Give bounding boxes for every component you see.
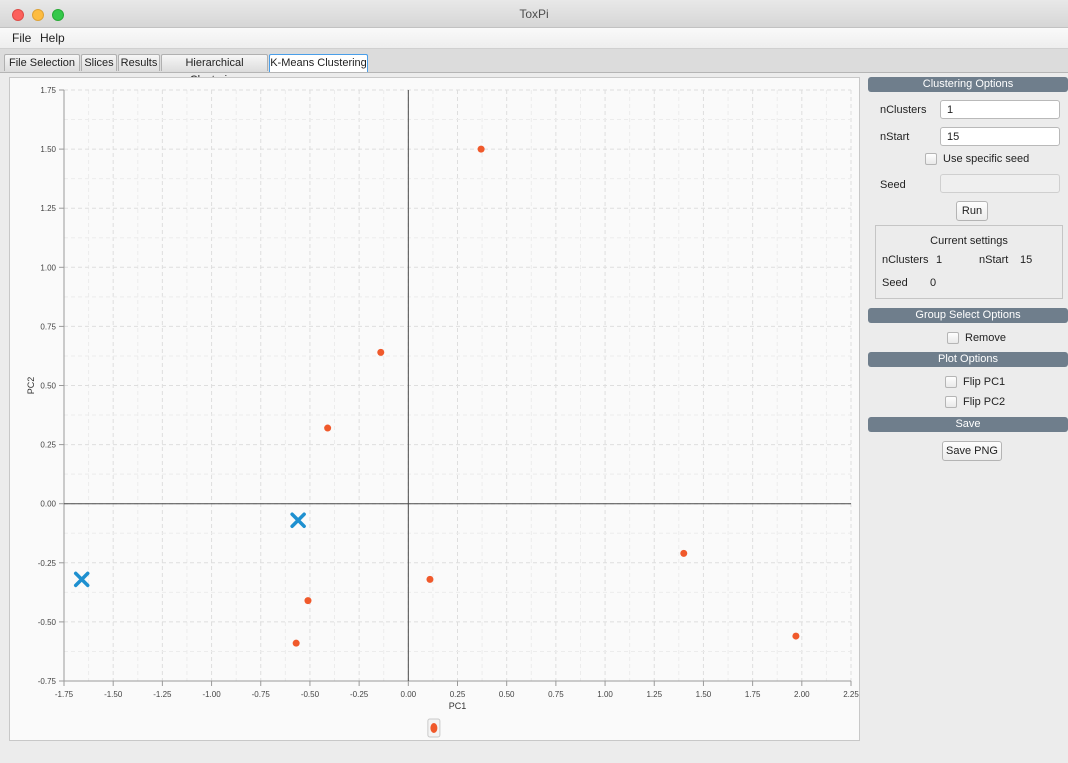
nclusters-input[interactable] bbox=[940, 100, 1060, 119]
current-nclusters-value: 1 bbox=[936, 254, 943, 266]
current-nstart-label: nStart bbox=[979, 254, 1009, 266]
x-tick-label: 2.25 bbox=[843, 690, 859, 699]
flip-pc2-label: Flip PC2 bbox=[963, 396, 1006, 408]
checkbox-icon bbox=[945, 376, 957, 388]
x-tick-label: 0.00 bbox=[401, 690, 417, 699]
use-specific-seed-label: Use specific seed bbox=[943, 153, 1030, 165]
menu-file[interactable]: File bbox=[12, 31, 31, 45]
data-point bbox=[426, 575, 434, 583]
remove-checkbox[interactable]: Remove bbox=[947, 331, 1006, 345]
x-tick-label: -0.50 bbox=[301, 690, 320, 699]
tab-results[interactable]: Results bbox=[118, 54, 160, 71]
tab-hierarchical-clustering[interactable]: Hierarchical Clustering bbox=[161, 54, 268, 86]
x-tick-label: -1.00 bbox=[202, 690, 221, 699]
x-tick-label: 2.00 bbox=[794, 690, 810, 699]
checkbox-icon bbox=[947, 332, 959, 344]
menu-help[interactable]: Help bbox=[40, 31, 65, 45]
pca-scatter-plot[interactable]: -1.75 -1.50 -1.25 -1.00 -0.75 -0.50 -0.25 0.00 0… bbox=[10, 78, 861, 742]
save-header: Save bbox=[868, 417, 1068, 432]
y-tick-label: -0.75 bbox=[38, 677, 57, 686]
x-axis-label: PC1 bbox=[449, 701, 467, 711]
current-settings-title: Current settings bbox=[930, 235, 1008, 247]
y-tick-label: -0.25 bbox=[38, 559, 57, 568]
data-point bbox=[680, 549, 688, 557]
clustering-options-header: Clustering Options bbox=[868, 77, 1068, 92]
x-tick-label: 1.75 bbox=[745, 690, 761, 699]
y-tick-label: 0.75 bbox=[40, 322, 56, 331]
x-tick-label: -1.75 bbox=[55, 690, 74, 699]
data-point bbox=[377, 348, 385, 356]
run-button[interactable]: Run bbox=[956, 201, 988, 221]
remove-label: Remove bbox=[965, 332, 1006, 344]
save-png-button[interactable]: Save PNG bbox=[942, 441, 1002, 461]
y-tick-label: 1.75 bbox=[40, 86, 56, 95]
use-specific-seed-checkbox[interactable]: Use specific seed bbox=[925, 152, 1029, 166]
nstart-input[interactable] bbox=[940, 127, 1060, 146]
y-tick-label: 0.50 bbox=[40, 382, 56, 391]
current-nstart-value: 15 bbox=[1020, 254, 1033, 266]
x-tick-label: -1.25 bbox=[153, 690, 172, 699]
y-tick-label: 1.50 bbox=[40, 145, 56, 154]
nstart-label: nStart bbox=[880, 131, 910, 143]
group-select-options-header: Group Select Options bbox=[868, 308, 1068, 323]
window-title: ToxPi bbox=[519, 7, 549, 21]
current-seed-label: Seed bbox=[882, 277, 908, 289]
legend-marker bbox=[430, 723, 438, 733]
x-tick-label: 0.75 bbox=[548, 690, 564, 699]
tab-file-selection[interactable]: File Selection bbox=[4, 54, 80, 71]
y-tick-label: 0.00 bbox=[40, 500, 56, 509]
data-point bbox=[324, 424, 332, 432]
x-tick-label: -0.75 bbox=[252, 690, 271, 699]
current-seed-value: 0 bbox=[930, 277, 937, 289]
x-tick-label: 1.50 bbox=[696, 690, 712, 699]
data-point bbox=[792, 632, 800, 640]
data-point bbox=[477, 145, 485, 153]
x-tick-label: 0.25 bbox=[450, 690, 466, 699]
tab-k-means-clustering[interactable]: K-Means Clustering bbox=[269, 54, 368, 72]
checkbox-icon bbox=[945, 396, 957, 408]
plot-options-header: Plot Options bbox=[868, 352, 1068, 367]
centroid-marker bbox=[290, 512, 306, 528]
y-tick-label: 0.25 bbox=[40, 441, 56, 450]
y-tick-label: -0.50 bbox=[38, 618, 57, 627]
seed-label: Seed bbox=[880, 179, 906, 191]
tab-slices[interactable]: Slices bbox=[81, 54, 117, 71]
flip-pc2-checkbox[interactable]: Flip PC2 bbox=[945, 395, 1005, 409]
x-tick-label: 1.25 bbox=[646, 690, 662, 699]
current-nclusters-label: nClusters bbox=[882, 254, 929, 266]
data-point bbox=[304, 597, 312, 605]
current-settings-box: Current settings nClusters 1 nStart 15 S… bbox=[875, 225, 1063, 299]
x-tick-label: -0.25 bbox=[350, 690, 369, 699]
x-tick-label: 0.50 bbox=[499, 690, 515, 699]
checkbox-icon bbox=[925, 153, 937, 165]
y-tick-label: 1.00 bbox=[40, 263, 56, 272]
flip-pc1-label: Flip PC1 bbox=[963, 376, 1006, 388]
centroid-marker bbox=[73, 571, 90, 588]
seed-input[interactable] bbox=[940, 174, 1060, 193]
menu-bar: File Help bbox=[0, 28, 1068, 49]
pca-scatter-plot-panel: -1.75 -1.50 -1.25 -1.00 -0.75 -0.50 -0.25 0.00 0… bbox=[9, 77, 860, 741]
tab-bar: File Selection Slices Results Hierarchic… bbox=[0, 49, 1068, 86]
nclusters-label: nClusters bbox=[880, 104, 927, 116]
title-bar: ToxPi bbox=[0, 0, 1068, 28]
flip-pc1-checkbox[interactable]: Flip PC1 bbox=[945, 375, 1005, 389]
x-tick-label: -1.50 bbox=[104, 690, 123, 699]
y-tick-label: 1.25 bbox=[40, 204, 56, 213]
x-tick-label: 1.00 bbox=[597, 690, 613, 699]
data-point bbox=[292, 639, 300, 647]
y-axis-label: PC2 bbox=[26, 377, 36, 395]
